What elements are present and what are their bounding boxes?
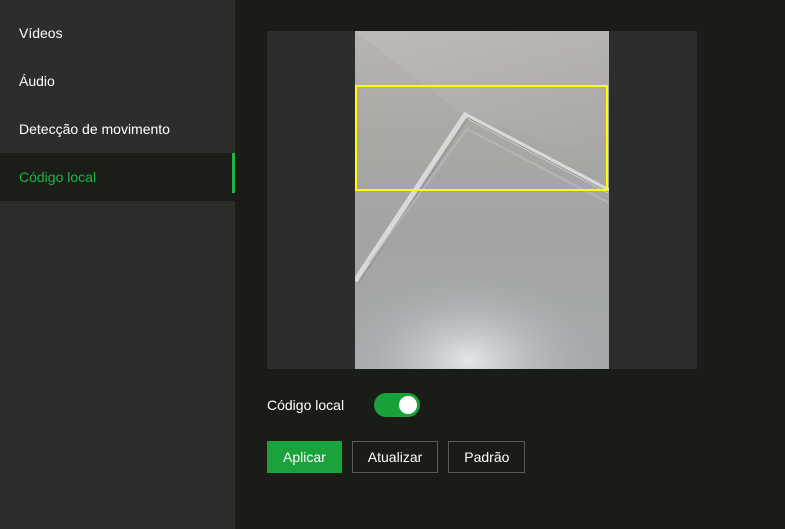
sidebar-item-label: Código local — [19, 169, 97, 185]
sidebar-item-motion-detection[interactable]: Detecção de movimento — [0, 105, 235, 153]
switch-knob — [399, 396, 417, 414]
video-preview — [267, 31, 697, 369]
sidebar-item-label: Áudio — [19, 73, 55, 89]
camera-scene — [355, 31, 609, 369]
sidebar-item-local-code[interactable]: Código local — [0, 153, 235, 201]
local-code-toggle-row: Código local — [267, 392, 420, 418]
sidebar-item-videos[interactable]: Vídeos — [0, 9, 235, 57]
apply-button[interactable]: Aplicar — [267, 441, 342, 473]
sidebar-item-audio[interactable]: Áudio — [0, 57, 235, 105]
refresh-button[interactable]: Atualizar — [351, 441, 439, 473]
sidebar: Vídeos Áudio Detecção de movimento Códig… — [0, 0, 235, 529]
action-buttons: Aplicar Atualizar Padrão — [267, 441, 526, 473]
app-window: Vídeos Áudio Detecção de movimento Códig… — [0, 0, 785, 529]
local-code-switch[interactable] — [374, 393, 420, 417]
default-button[interactable]: Padrão — [448, 441, 526, 473]
local-code-toggle-label: Código local — [267, 397, 345, 413]
camera-image — [355, 31, 609, 369]
sidebar-item-label: Detecção de movimento — [19, 121, 170, 137]
main-panel: Código local Aplicar Atualizar Padrão — [235, 0, 785, 529]
detection-region-box[interactable] — [355, 85, 608, 191]
sidebar-item-label: Vídeos — [19, 25, 63, 41]
